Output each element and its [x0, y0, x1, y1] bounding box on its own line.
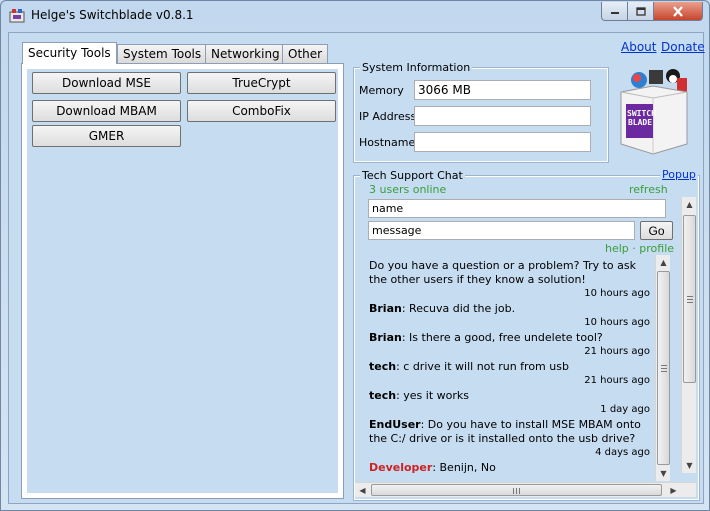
scroll-up-icon[interactable]: ▲: [656, 255, 671, 270]
ip-address-label: IP Address: [359, 110, 417, 123]
chat-message: Do you have a question or a problem? Try…: [367, 256, 654, 287]
chat-message: tech: yes it works: [367, 386, 654, 403]
close-icon: [673, 5, 683, 17]
security-tools-panel: Download MSE TrueCrypt Download MBAM Com…: [21, 63, 344, 499]
app-window: Helge's Switchblade v0.8.1 Security Tool…: [0, 0, 710, 511]
chat-user[interactable]: tech: [369, 360, 396, 373]
chat-user[interactable]: Brian: [369, 331, 402, 344]
chat-log: Do you have a question or a problem? Try…: [367, 256, 654, 482]
chat-user[interactable]: Brian: [369, 302, 402, 315]
chat-text: : c drive it will not run from usb: [396, 360, 569, 373]
window-title: Helge's Switchblade v0.8.1: [31, 8, 194, 22]
chat-text: Do you have a question or a problem? Try…: [369, 259, 636, 286]
tab-content: Download MSE TrueCrypt Download MBAM Com…: [27, 69, 338, 493]
chat-log-scrollbar[interactable]: ▲ ▼: [655, 255, 670, 481]
download-mbam-button[interactable]: Download MBAM: [32, 100, 181, 122]
scroll-up-icon[interactable]: ▲: [682, 197, 697, 212]
truecrypt-button[interactable]: TrueCrypt: [187, 72, 336, 94]
chat-horizontal-scrollbar[interactable]: ◀ ▶: [355, 482, 696, 497]
chat-text: : Recuva did the job.: [401, 302, 516, 315]
maximize-button[interactable]: [627, 2, 654, 21]
users-online-text: 3 users online: [369, 183, 447, 196]
chat-time: 1 day ago: [600, 404, 650, 415]
tab-other[interactable]: Other: [282, 44, 329, 63]
ip-address-field[interactable]: [414, 106, 591, 126]
chat-user[interactable]: EndUser: [369, 418, 421, 431]
logo-text: SWITCH BLADE: [627, 109, 656, 127]
title-bar[interactable]: Helge's Switchblade v0.8.1: [1, 1, 709, 31]
chat-text: : Is there a good, free undelete tool?: [401, 331, 603, 344]
chat-name-input[interactable]: name: [368, 199, 666, 218]
tab-system-tools[interactable]: System Tools: [117, 44, 208, 63]
system-information-title: System Information: [360, 61, 473, 74]
minimize-icon: [610, 12, 619, 14]
chat-user-developer[interactable]: Developer: [369, 461, 432, 474]
minimize-button[interactable]: [601, 2, 628, 21]
chat-time: 21 hours ago: [584, 346, 650, 357]
app-icon: [9, 9, 25, 23]
chat-panel-scrollbar[interactable]: ▲ ▼: [681, 197, 696, 473]
client-area: Security Tools System Tools Networking O…: [8, 32, 705, 504]
chat-log-scroll-thumb[interactable]: [657, 271, 670, 465]
tab-security-tools[interactable]: Security Tools: [22, 42, 117, 64]
chat-user[interactable]: tech: [369, 389, 396, 402]
about-link[interactable]: About: [621, 40, 656, 54]
chat-message-input[interactable]: message: [368, 221, 635, 240]
hostname-field[interactable]: [414, 132, 591, 152]
chat-message: Brian: Recuva did the job.: [367, 299, 654, 316]
chat-time: 4 days ago: [595, 447, 650, 458]
chat-message: EndUser: Do you have to install MSE MBAM…: [367, 415, 654, 446]
popup-link[interactable]: Popup: [660, 168, 698, 181]
memory-field[interactable]: 3066 MB: [414, 80, 591, 100]
chat-text: : yes it works: [396, 389, 470, 402]
tab-networking[interactable]: Networking: [205, 44, 286, 63]
go-button[interactable]: Go: [640, 221, 673, 240]
chat-panel-scroll-thumb[interactable]: [683, 215, 696, 383]
scroll-left-icon[interactable]: ◀: [355, 483, 370, 498]
help-profile-links[interactable]: help · profile: [605, 242, 674, 255]
close-button[interactable]: [653, 2, 703, 21]
chat-message: tech: c drive it will not run from usb: [367, 357, 654, 374]
horizontal-scroll-thumb[interactable]: [371, 484, 662, 496]
scroll-right-icon[interactable]: ▶: [666, 483, 681, 498]
download-mse-button[interactable]: Download MSE: [32, 72, 181, 94]
chat-time: 21 hours ago: [584, 375, 650, 386]
chat-time: 10 hours ago: [584, 317, 650, 328]
gmer-button[interactable]: GMER: [32, 125, 181, 147]
memory-label: Memory: [359, 84, 404, 97]
scroll-down-icon[interactable]: ▼: [656, 466, 671, 481]
chat-message: Brian: Is there a good, free undelete to…: [367, 328, 654, 345]
maximize-icon: [635, 6, 646, 16]
scroll-down-icon[interactable]: ▼: [682, 458, 697, 473]
chat-title: Tech Support Chat: [360, 169, 465, 182]
chat-text: : Benijn, No: [432, 461, 496, 474]
chat-time: 10 hours ago: [584, 288, 650, 299]
chat-message: Developer: Benijn, No: [367, 458, 654, 475]
refresh-link[interactable]: refresh: [629, 183, 668, 196]
donate-link[interactable]: Donate: [661, 40, 705, 54]
combofix-button[interactable]: ComboFix: [187, 100, 336, 122]
hostname-label: Hostname: [359, 136, 416, 149]
